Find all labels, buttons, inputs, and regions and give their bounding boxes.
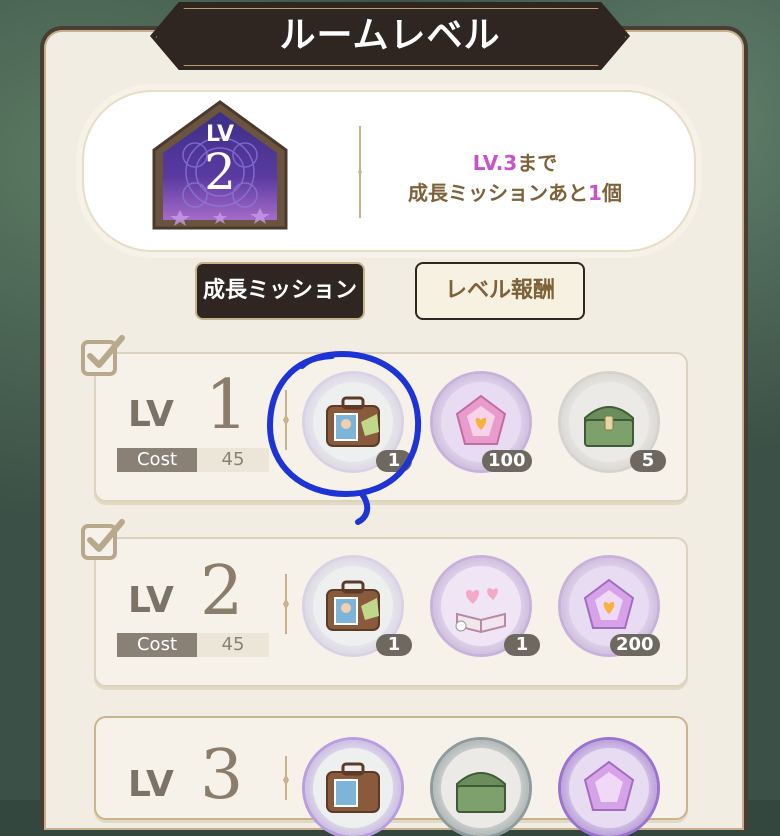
row-divider bbox=[283, 574, 289, 634]
reward-count: 1 bbox=[376, 450, 412, 472]
next-level-info: LV.3まで 成長ミッションあと1個 bbox=[380, 148, 650, 208]
missions-remaining-prefix: 成長ミッションあと bbox=[408, 181, 589, 205]
suitcase-icon bbox=[326, 396, 380, 447]
heart-gem-icon bbox=[583, 578, 635, 629]
card-divider bbox=[358, 126, 362, 218]
tab-growth-missions[interactable]: 成長ミッション bbox=[195, 262, 365, 320]
next-level-suffix: まで bbox=[517, 151, 558, 175]
suitcase-icon bbox=[326, 762, 380, 813]
story-book-icon bbox=[455, 588, 506, 634]
row-lv-label: LV bbox=[128, 394, 174, 435]
row-divider bbox=[283, 756, 289, 800]
row-divider bbox=[283, 390, 289, 450]
page-title: ルームレベル bbox=[279, 15, 501, 56]
pink-gem-icon bbox=[455, 394, 507, 445]
cost-badge: Cost 45 bbox=[117, 448, 269, 472]
reward-count: 1 bbox=[376, 634, 412, 656]
next-level-target: LV.3 bbox=[472, 151, 518, 175]
cost-value: 45 bbox=[197, 633, 269, 657]
reward-item[interactable] bbox=[561, 740, 657, 836]
green-chest-icon bbox=[584, 406, 634, 447]
reward-count: 200 bbox=[610, 634, 660, 656]
cost-label: Cost bbox=[117, 448, 197, 472]
row-lv-label: LV bbox=[128, 764, 174, 805]
heart-gem-icon bbox=[583, 760, 635, 811]
missions-remaining-suffix: 個 bbox=[601, 181, 622, 205]
reward-count: 1 bbox=[504, 634, 540, 656]
missions-remaining-count: 1 bbox=[588, 181, 602, 205]
green-chest-icon bbox=[456, 772, 506, 813]
reward-item[interactable] bbox=[305, 740, 401, 836]
cost-label: Cost bbox=[117, 633, 197, 657]
cost-value: 45 bbox=[197, 448, 269, 472]
suitcase-icon bbox=[326, 580, 380, 631]
reward-count: 100 bbox=[482, 450, 532, 472]
row-lv-label: LV bbox=[128, 580, 174, 621]
reward-count: 5 bbox=[630, 450, 666, 472]
checkbox-checked-icon bbox=[81, 519, 125, 560]
row-lv-number: 2 bbox=[200, 552, 244, 631]
level-value: 2 bbox=[204, 143, 236, 201]
checkbox-checked-icon bbox=[81, 335, 125, 376]
reward-item[interactable] bbox=[433, 740, 529, 836]
row-lv-number: 1 bbox=[205, 366, 249, 445]
cost-badge: Cost 45 bbox=[117, 633, 269, 657]
row-lv-number: 3 bbox=[200, 736, 244, 815]
tab-level-rewards[interactable]: レベル報酬 bbox=[415, 262, 585, 320]
